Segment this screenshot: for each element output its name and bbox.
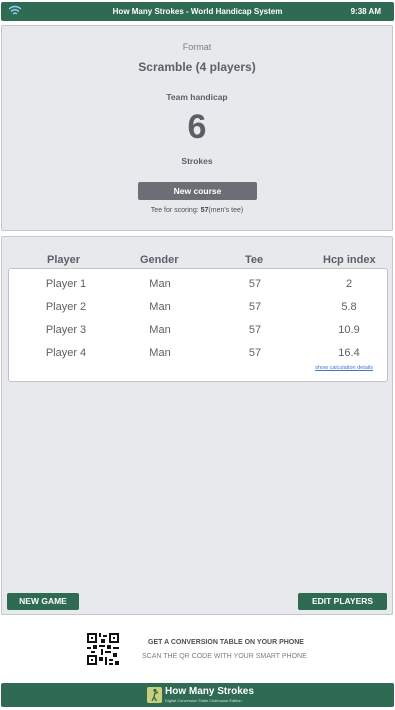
player-tee: 57 [248, 347, 262, 359]
player-tee: 57 [248, 324, 262, 336]
promo-title: GET A CONVERSION TABLE ON YOUR PHONE [148, 639, 304, 646]
tee-for-scoring-note: Tee for scoring: 57(men's tee) [2, 207, 392, 214]
table-row[interactable]: Player 1 Man 57 2 [9, 278, 387, 294]
tee-prefix: Tee for scoring: [150, 207, 201, 214]
player-hcp-index: 2 [345, 278, 353, 290]
player-hcp-index: 10.9 [338, 324, 360, 336]
header-gender: Gender [140, 254, 179, 266]
team-handicap-value: 6 [187, 108, 207, 146]
footer-brand-bar: How Many Strokes Digital Conversion Tabl… [1, 683, 394, 707]
footer-tagline: Digital Conversion Table Clubhouse Editi… [165, 698, 242, 703]
show-calculation-details-link[interactable]: show calculation details [315, 365, 373, 371]
player-tee: 57 [248, 301, 262, 313]
strokes-label: Strokes [181, 156, 213, 166]
qr-promo: GET A CONVERSION TABLE ON YOUR PHONE SCA… [0, 622, 395, 675]
qr-code-icon [87, 633, 119, 665]
format-value: Scramble (4 players) [138, 60, 256, 74]
status-bar: How Many Strokes - World Handicap System… [1, 2, 394, 21]
player-hcp-index: 16.4 [338, 347, 360, 359]
header-hcp-index: Hcp index [323, 254, 376, 266]
player-gender: Man [149, 347, 171, 359]
app-title: How Many Strokes - World Handicap System [112, 7, 283, 16]
golfer-logo-icon [147, 687, 162, 703]
player-name: Player 4 [45, 347, 87, 359]
player-gender: Man [149, 278, 171, 290]
player-name: Player 2 [45, 301, 87, 313]
tee-suffix: (men's tee) [208, 207, 244, 214]
player-gender: Man [149, 324, 171, 336]
header-tee: Tee [245, 254, 264, 266]
table-row[interactable]: Player 2 Man 57 5.8 [9, 301, 387, 317]
new-course-button[interactable]: New course [138, 182, 257, 200]
player-hcp-index: 5.8 [341, 301, 357, 313]
header-player: Player [47, 254, 81, 266]
players-list: Player 1 Man 57 2 Player 2 Man 57 5.8 Pl… [8, 268, 388, 382]
promo-subtitle: SCAN THE QR CODE WITH YOUR SMART PHONE [142, 653, 307, 660]
player-gender: Man [149, 301, 171, 313]
player-tee: 57 [248, 278, 262, 290]
player-name: Player 1 [45, 278, 87, 290]
players-card: Player Gender Tee Hcp index Player 1 Man… [1, 236, 393, 615]
table-row[interactable]: Player 3 Man 57 10.9 [9, 324, 387, 340]
new-game-button[interactable]: NEW GAME [7, 593, 79, 610]
edit-players-button[interactable]: EDIT PLAYERS [298, 593, 387, 610]
table-row[interactable]: Player 4 Man 57 16.4 [9, 347, 387, 363]
handicap-summary-card: Format Scramble (4 players) Team handica… [1, 25, 393, 231]
clock: 9:38 AM [350, 7, 381, 16]
player-name: Player 3 [45, 324, 87, 336]
format-label: Format [182, 42, 212, 52]
footer-brand-name: How Many Strokes [165, 686, 254, 697]
team-handicap-label: Team handicap [166, 92, 228, 102]
